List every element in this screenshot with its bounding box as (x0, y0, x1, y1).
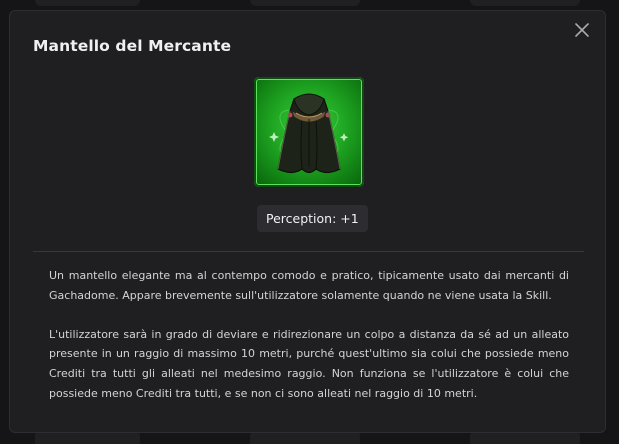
background-card (35, 0, 140, 6)
close-button[interactable] (571, 19, 593, 41)
item-detail-modal: Mantello del Mercante Perception: +1 Un … (9, 10, 606, 433)
background-card (470, 0, 580, 6)
background-card (250, 0, 360, 6)
item-image (254, 77, 364, 187)
modal-title: Mantello del Mercante (33, 37, 232, 55)
description-paragraph: Un mantello elegante ma al contempo como… (49, 269, 569, 302)
divider (33, 251, 584, 252)
item-description: Un mantello elegante ma al contempo como… (49, 266, 569, 404)
stat-badge: Perception: +1 (257, 205, 368, 232)
cloak-icon (269, 93, 349, 174)
close-icon (575, 23, 589, 37)
description-paragraph: L'utilizzatore sarà in grado di deviare … (49, 327, 569, 400)
